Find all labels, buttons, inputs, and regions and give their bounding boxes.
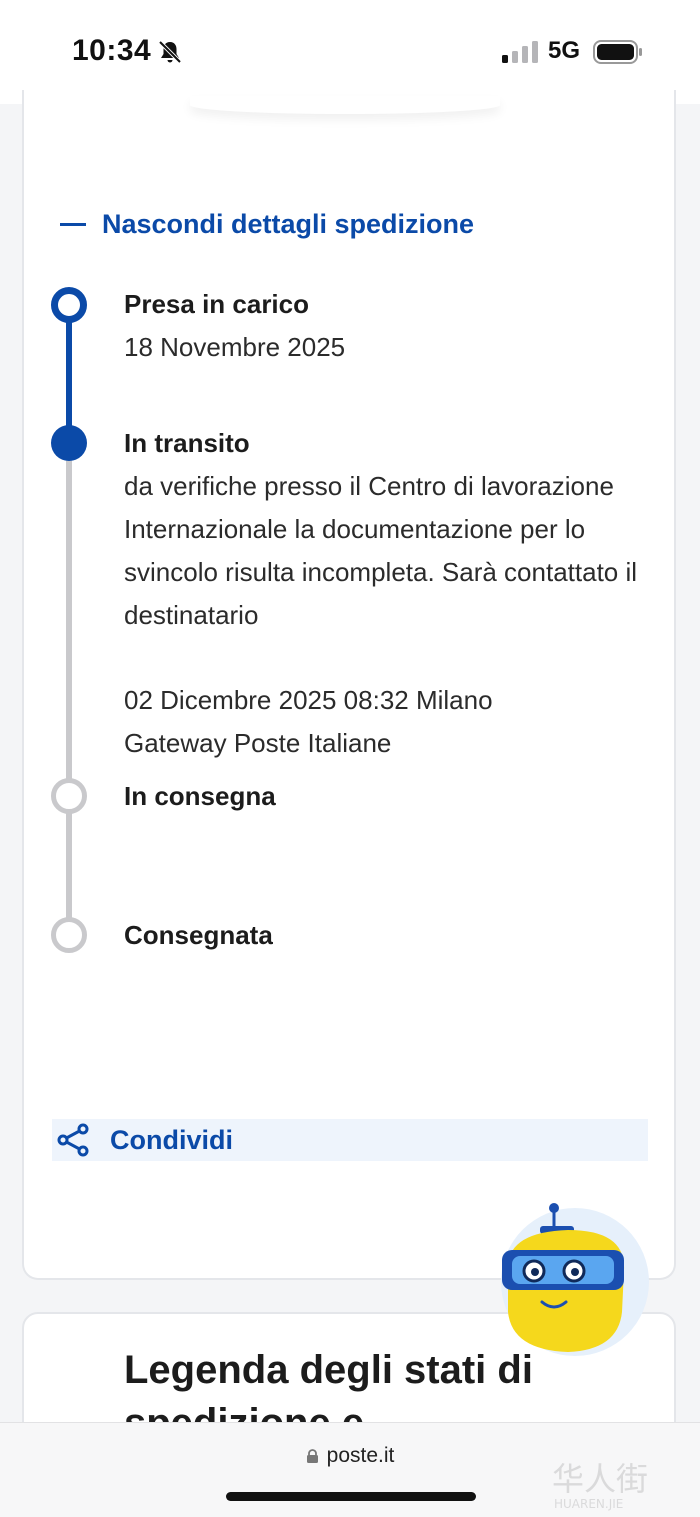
timeline-node-current (51, 425, 87, 461)
watermark-text: 华人街 (552, 1460, 648, 1498)
network-type: 5G (548, 37, 581, 64)
step-title: In transito (124, 428, 250, 458)
assistant-robot-icon[interactable] (498, 1200, 652, 1360)
step-title: Consegnata (124, 920, 273, 950)
share-icon (57, 1123, 89, 1157)
bell-muted-icon (158, 40, 182, 64)
step-title: Presa in carico (124, 289, 309, 319)
battery-icon (593, 40, 642, 64)
timeline-node-pending (51, 778, 87, 814)
timeline-remaining-line (66, 445, 72, 935)
legend-title-continued: spedizione e informazioni (124, 1400, 594, 1422)
minus-icon (60, 222, 86, 226)
share-button[interactable]: Condividi (52, 1119, 648, 1161)
timeline-progress-line (66, 305, 72, 445)
lock-icon (306, 1449, 318, 1463)
watermark-subtext: HUAREN.JIE (554, 1497, 623, 1511)
url-text: poste.it (326, 1444, 395, 1467)
timeline-node-pending (51, 917, 87, 953)
step-date: 02 Dicembre 2025 08:32 Milano Gateway Po… (124, 685, 493, 758)
toggle-label: Nascondi dettagli spedizione (102, 208, 475, 239)
card-header-shadow (190, 96, 500, 114)
home-indicator[interactable] (226, 1492, 476, 1501)
hide-details-toggle[interactable]: Nascondi dettagli spedizione (60, 204, 474, 244)
step-detail: 18 Novembre 2025 (124, 332, 346, 362)
share-label: Condividi (110, 1124, 233, 1155)
huaren-watermark-logo: 华人街 HUAREN.JIE (552, 1460, 648, 1511)
signal-icon (502, 41, 538, 63)
clock: 10:34 (72, 34, 152, 67)
legend-title: Legenda degli stati di (124, 1348, 533, 1392)
timeline-node-completed (51, 287, 87, 323)
step-detail: da verifiche presso il Centro di lavoraz… (124, 471, 638, 630)
step-title: In consegna (124, 781, 276, 811)
